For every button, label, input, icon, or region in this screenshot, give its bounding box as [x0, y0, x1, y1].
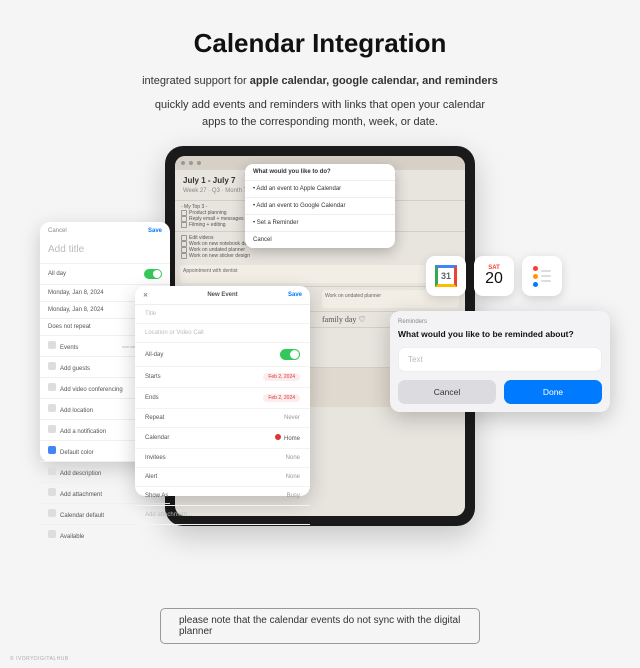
calendar-icon	[48, 341, 56, 349]
popup-google-cal[interactable]: • Add an event to Google Calendar	[245, 197, 395, 214]
available-row[interactable]: Available	[40, 524, 170, 545]
stage: July 1 - July 7Week 27 · Q3 · Month 7 - …	[0, 146, 640, 546]
allday-toggle[interactable]	[144, 269, 162, 279]
briefcase-icon	[48, 530, 56, 538]
calendar-value[interactable]: Home	[275, 434, 300, 442]
showas-value[interactable]: Busy	[287, 493, 300, 499]
new-event-title: New Event	[207, 292, 237, 298]
cancel-button[interactable]: Cancel	[48, 228, 67, 234]
attachment-row[interactable]: Add attachment...	[135, 506, 310, 525]
allday-toggle[interactable]	[280, 349, 300, 360]
desc-line2: apps to the corresponding month, week, o…	[0, 114, 640, 131]
popup-apple-cal[interactable]: • Add an event to Apple Calendar	[245, 180, 395, 197]
ends-label: Ends	[145, 395, 159, 401]
google-calendar-icon[interactable]: 31	[426, 256, 466, 296]
close-icon[interactable]: ✕	[143, 292, 148, 299]
subtitle-bold: apple calendar, google calendar, and rem…	[250, 75, 498, 87]
reminders-question: What would you like to be reminded about…	[398, 329, 602, 339]
starts-value[interactable]: Feb 2, 2024	[263, 373, 300, 381]
subtitle-pre: integrated support for	[142, 75, 250, 87]
people-icon	[48, 362, 56, 370]
color-swatch-icon	[48, 446, 56, 454]
popup-header: What would you like to do?	[245, 164, 395, 180]
action-popup: What would you like to do? • Add an even…	[245, 164, 395, 248]
invitees-label: Invitees	[145, 455, 166, 461]
description: quickly add events and reminders with li…	[0, 97, 640, 130]
allday-label: All-day	[145, 352, 163, 358]
cancel-button[interactable]: Cancel	[398, 380, 496, 404]
footer-note: please note that the calendar events do …	[160, 608, 480, 644]
alert-value[interactable]: None	[286, 474, 300, 480]
subtitle: integrated support for apple calendar, g…	[0, 75, 640, 87]
repeat-label: Repeat	[145, 415, 164, 421]
save-button[interactable]: Save	[288, 292, 302, 298]
invitees-value[interactable]: None	[286, 455, 300, 461]
done-button[interactable]: Done	[504, 380, 602, 404]
popup-cancel[interactable]: Cancel	[245, 231, 395, 248]
google-event-panel: ✕ New Event Save Title Location or Video…	[135, 286, 310, 496]
showas-label: Show As	[145, 493, 168, 499]
attachment-icon	[48, 488, 56, 496]
location-input[interactable]: Location or Video Call	[135, 324, 310, 343]
title-input[interactable]: Title	[135, 305, 310, 324]
title-input[interactable]: Add title	[40, 240, 170, 263]
reminders-label: Reminders	[398, 319, 602, 325]
text-icon	[48, 467, 56, 475]
allday-label: All day	[48, 271, 66, 277]
repeat-value[interactable]: Never	[284, 415, 300, 421]
app-icons: 31 SAT 20	[426, 256, 562, 296]
calendar-icon	[48, 509, 56, 517]
popup-reminder[interactable]: • Set a Reminder	[245, 214, 395, 231]
ends-value[interactable]: Feb 2, 2024	[263, 394, 300, 402]
location-icon	[48, 404, 56, 412]
starts-label: Starts	[145, 374, 161, 380]
apple-calendar-icon[interactable]: SAT 20	[474, 256, 514, 296]
calendar-dot-icon	[275, 434, 281, 440]
reminders-icon[interactable]	[522, 256, 562, 296]
appointment-note: Appointment with dentist	[180, 265, 460, 283]
reminders-dialog: Reminders What would you like to be remi…	[390, 311, 610, 412]
page-title: Calendar Integration	[0, 28, 640, 59]
bell-icon	[48, 425, 56, 433]
save-button[interactable]: Save	[148, 228, 162, 234]
reminder-text-input[interactable]: Text	[398, 347, 602, 372]
credit: © IVORYDIGITALHUB	[10, 656, 69, 662]
alert-label: Alert	[145, 474, 157, 480]
video-icon	[48, 383, 56, 391]
calendar-label: Calendar	[145, 435, 169, 441]
desc-line1: quickly add events and reminders with li…	[0, 97, 640, 114]
